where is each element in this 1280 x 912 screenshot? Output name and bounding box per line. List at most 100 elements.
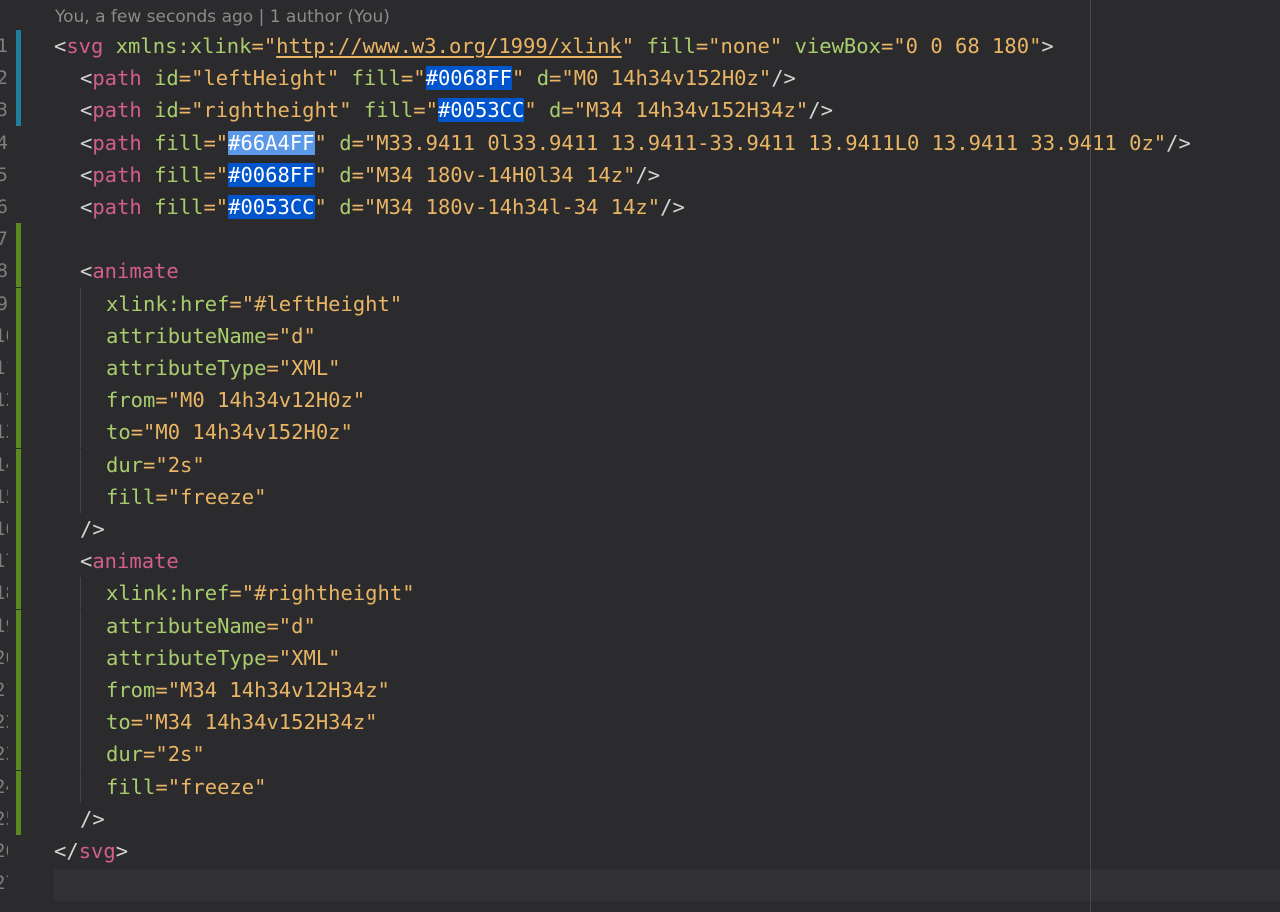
code-token: ="M34 14h34v152H34z"	[561, 98, 809, 123]
code-line[interactable]: 22 to="M34 14h34v152H34z"	[0, 706, 1280, 739]
gutter-added-marker[interactable]	[16, 287, 21, 320]
code-text: attributeName="d"	[54, 319, 316, 352]
line-number: 10	[0, 320, 8, 352]
code-token: fill	[646, 34, 696, 58]
code-token: d	[549, 98, 562, 123]
codelens-blame[interactable]: You, a few seconds ago | 1 author (You)	[55, 4, 390, 30]
code-token: />	[808, 98, 833, 123]
gutter-added-marker[interactable]	[16, 319, 21, 352]
code-line[interactable]: 16 />	[0, 513, 1280, 545]
code-line[interactable]: 8 <animate	[0, 255, 1280, 288]
code-token: ="	[251, 34, 277, 58]
code-line[interactable]: 2 <path id="leftHeight" fill="#0068FF" d=…	[0, 62, 1280, 95]
indent-guide	[80, 319, 106, 352]
gutter-added-marker[interactable]	[16, 448, 21, 481]
code-line[interactable]: 25 />	[0, 802, 1280, 835]
code-token: ="leftHeight"	[178, 66, 340, 91]
code-line[interactable]: 26 </svg>	[0, 835, 1280, 867]
code-token: ="XML"	[266, 356, 341, 380]
code-line[interactable]: 9 xlink:href="#leftHeight"	[0, 287, 1280, 320]
gutter-modified-marker[interactable]	[16, 94, 21, 127]
code-line[interactable]: 24 fill="freeze"	[0, 770, 1280, 803]
code-text: />	[54, 803, 105, 835]
indent-guide	[54, 513, 80, 545]
code-token: "	[512, 66, 525, 91]
code-line[interactable]: 23 dur="2s"	[0, 738, 1280, 771]
code-line[interactable]: 1 <svg xmlns:xlink="http://www.w3.org/199…	[0, 30, 1280, 62]
gutter-added-marker[interactable]	[16, 384, 21, 417]
code-line[interactable]: 27	[0, 867, 1280, 899]
code-line[interactable]: 17 <animate	[0, 545, 1280, 578]
gutter-added-marker[interactable]	[16, 706, 21, 739]
code-token: animate	[92, 259, 179, 284]
code-token: ="0 0 68 180"	[880, 34, 1042, 58]
gutter-added-marker[interactable]	[16, 255, 21, 288]
line-number: 17	[0, 545, 8, 577]
code-line[interactable]: 11 attributeType="XML"	[0, 352, 1280, 384]
code-token: <	[80, 549, 93, 574]
code-line[interactable]: 14 dur="2s"	[0, 448, 1280, 481]
indent-guide	[54, 481, 80, 513]
gutter-modified-marker[interactable]	[16, 62, 21, 95]
code-token: http://www.w3.org/1999/xlink	[276, 34, 622, 58]
code-line[interactable]: 21 from="M34 14h34v12H34z"	[0, 674, 1280, 706]
gutter-added-marker[interactable]	[16, 223, 21, 256]
code-line[interactable]: 3 <path id="rightheight" fill="#0053CC" d…	[0, 94, 1280, 127]
gutter-added-marker[interactable]	[16, 770, 21, 803]
gutter-added-marker[interactable]	[16, 545, 21, 578]
code-line[interactable]: 10 attributeName="d"	[0, 319, 1280, 352]
selection-match-highlight: #0053CC	[228, 195, 315, 219]
code-token: </	[54, 839, 79, 863]
code-token: id	[154, 66, 179, 91]
gutter-added-marker[interactable]	[16, 641, 21, 674]
indent-guide	[80, 480, 106, 513]
line-number: 2	[0, 67, 8, 90]
gutter-added-marker[interactable]	[16, 674, 21, 706]
code-line[interactable]: 15 fill="freeze"	[0, 480, 1280, 513]
code-token: xmlns:xlink	[115, 34, 252, 58]
code-text: />	[54, 513, 105, 545]
line-number: 27	[0, 867, 8, 899]
code-token: <	[54, 34, 67, 58]
code-line[interactable]: 12 from="M0 14h34v12H0z"	[0, 384, 1280, 417]
code-line[interactable]: 20 attributeType="XML"	[0, 641, 1280, 674]
code-line[interactable]: 6 <path fill="#0053CC" d="M34 180v-14h34l…	[0, 191, 1280, 223]
code-text: <path fill="#66A4FF" d="M33.9411 0l33.94…	[54, 127, 1191, 159]
indent-guide	[80, 448, 106, 481]
gutter-added-marker[interactable]	[16, 577, 21, 610]
code-token: dur	[106, 452, 144, 477]
code-line[interactable]: 19 attributeName="d"	[0, 609, 1280, 642]
code-token: d	[339, 195, 352, 219]
code-token: ="2s"	[143, 742, 205, 767]
code-line[interactable]: 13 to="M0 14h34v152H0z"	[0, 416, 1280, 449]
indent-guide	[54, 62, 80, 94]
code-line[interactable]: 7	[0, 223, 1280, 256]
line-number: 26	[0, 835, 8, 867]
code-text: attributeType="XML"	[54, 352, 341, 384]
code-line[interactable]: 4 <path fill="#66A4FF" d="M33.9411 0l33.9…	[0, 127, 1280, 159]
code-line[interactable]: 5 <path fill="#0068FF" d="M34 180v-14H0l3…	[0, 159, 1280, 191]
gutter-added-marker[interactable]	[16, 416, 21, 449]
code-text: <path fill="#0068FF" d="M34 180v-14H0l34…	[54, 159, 660, 191]
code-text: from="M0 14h34v12H0z"	[54, 384, 365, 417]
code-text: <path id="leftHeight" fill="#0068FF" d="…	[54, 62, 796, 94]
line-number: 4	[0, 131, 8, 154]
gutter-added-marker[interactable]	[16, 352, 21, 384]
gutter-modified-marker[interactable]	[16, 30, 21, 62]
code-token: attributeName	[106, 323, 267, 348]
code-token: xlink:href	[106, 291, 230, 316]
code-token: ="d"	[266, 323, 316, 348]
gutter-added-marker[interactable]	[16, 738, 21, 771]
code-token: ="d"	[266, 613, 316, 638]
code-token: ="2s"	[143, 452, 205, 477]
gutter-added-marker[interactable]	[16, 513, 21, 545]
code-text: to="M34 14h34v152H34z"	[54, 706, 378, 739]
gutter-added-marker[interactable]	[16, 609, 21, 642]
gutter-added-marker[interactable]	[16, 802, 21, 835]
indent-guide	[54, 255, 80, 287]
gutter-added-marker[interactable]	[16, 480, 21, 513]
code-line[interactable]: 18 xlink:href="#rightheight"	[0, 577, 1280, 610]
